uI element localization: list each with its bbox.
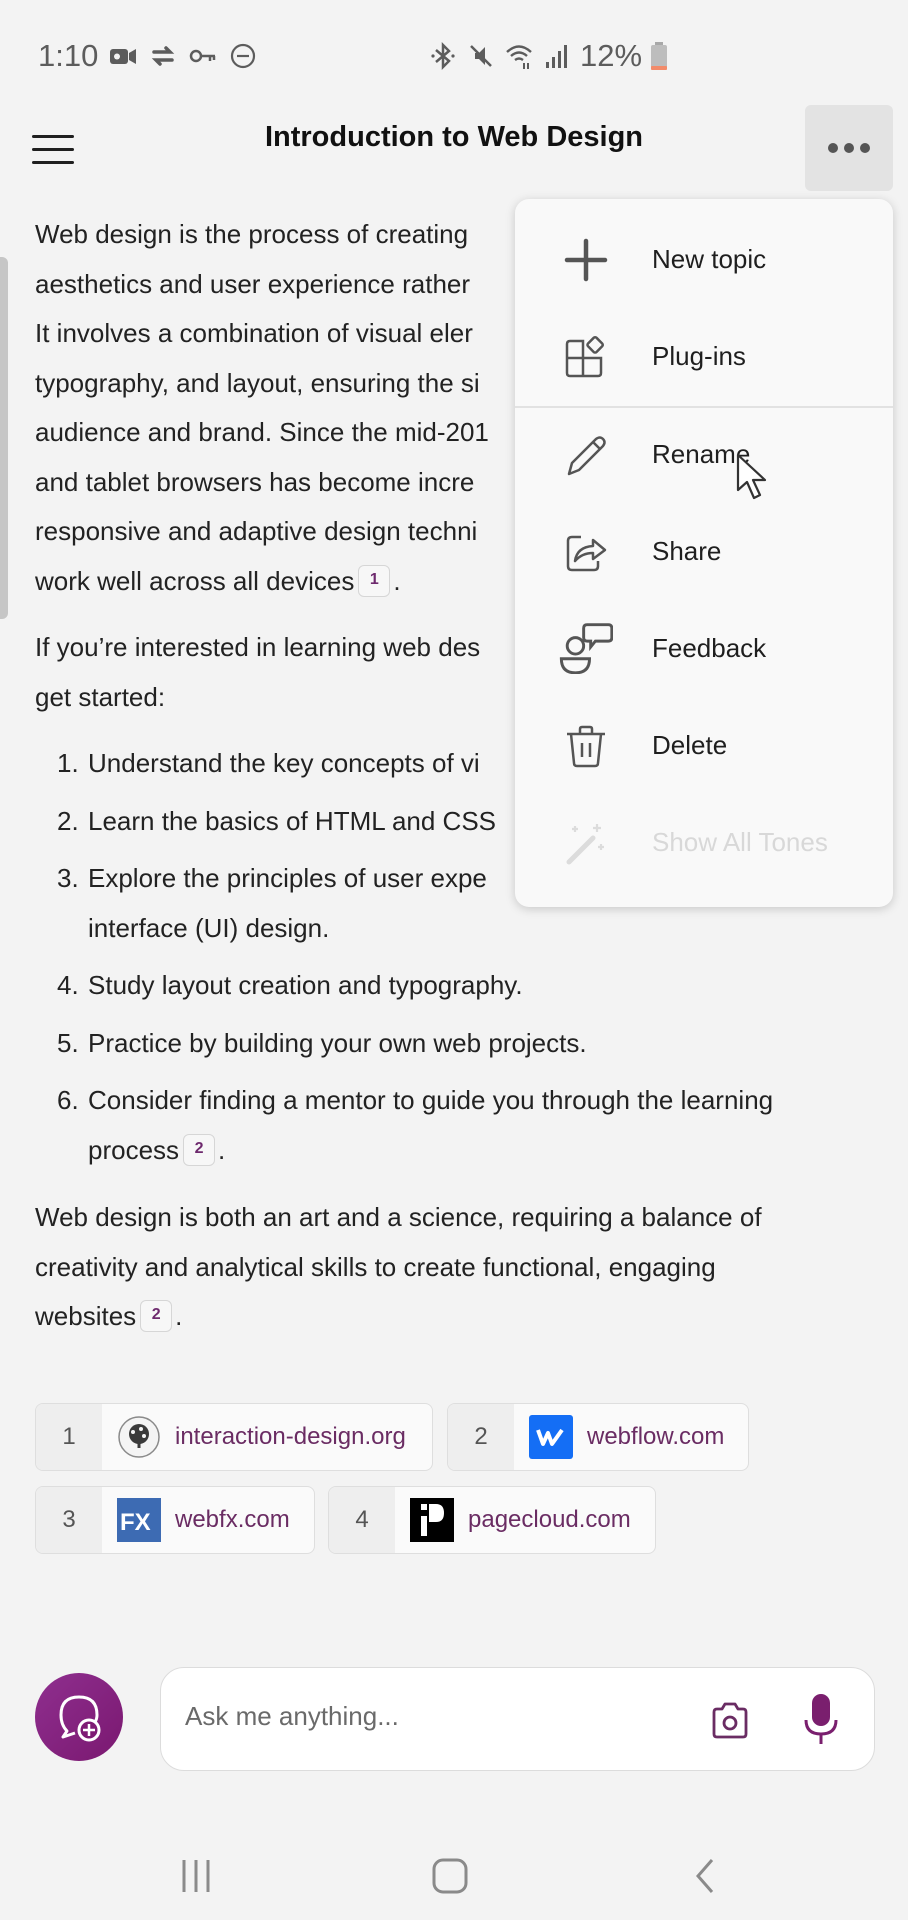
paragraph-conclusion: Web design is both an art and a science,…	[35, 1202, 762, 1333]
ask-input[interactable]	[185, 1696, 685, 1736]
home-button[interactable]	[420, 1848, 480, 1904]
wifi-icon	[506, 45, 532, 69]
citation-badge[interactable]: 2	[183, 1133, 216, 1166]
menu-item-show-all-tones: Show All Tones	[515, 802, 893, 882]
bluetooth-icon	[431, 41, 455, 71]
webfx-logo: FX	[117, 1498, 161, 1542]
menu-item-share[interactable]: Share	[515, 511, 893, 591]
pagecloud-logo	[410, 1498, 454, 1542]
signal-icon	[546, 45, 567, 68]
menu-item-plug-ins[interactable]: Plug-ins	[515, 316, 893, 396]
share-icon	[566, 535, 607, 572]
mute-icon	[470, 45, 492, 67]
source-chip-webfx[interactable]: 3 FX webfx.com	[35, 1486, 315, 1554]
system-navigation-bar	[0, 1840, 908, 1920]
status-left: 1:10	[38, 38, 258, 74]
key-icon	[190, 49, 216, 63]
plus-icon	[564, 238, 608, 282]
menu-item-feedback[interactable]: Feedback	[515, 608, 893, 688]
status-time: 1:10	[38, 38, 99, 73]
pencil-icon	[567, 436, 606, 476]
overflow-menu: New topic Plug-ins Rename Share Feedback…	[515, 199, 893, 907]
more-horizontal-icon	[828, 143, 838, 153]
citation-badge[interactable]: 2	[140, 1300, 173, 1333]
menu-item-rename[interactable]: Rename	[515, 414, 893, 494]
page-title: Introduction to Web Design	[264, 121, 644, 153]
video-camera-icon	[110, 49, 137, 64]
app-header: Introduction to Web Design	[0, 105, 908, 191]
citation-badge[interactable]: 1	[358, 564, 391, 597]
do-not-disturb-icon	[231, 43, 256, 69]
battery-icon	[651, 42, 668, 70]
source-chip-pagecloud[interactable]: 4 pagecloud.com	[328, 1486, 656, 1554]
more-options-button[interactable]	[805, 105, 893, 191]
status-right: 12%	[428, 38, 668, 74]
ask-input-container	[160, 1667, 875, 1771]
list-item: 5. Practice by building your own web proj…	[57, 1027, 587, 1058]
menu-item-new-topic[interactable]: New topic	[515, 219, 893, 299]
magic-wand-icon	[566, 824, 604, 865]
recent-apps-icon	[182, 1860, 210, 1892]
svg-text:FX: FX	[120, 1509, 151, 1536]
back-icon	[696, 1859, 714, 1893]
menu-divider	[515, 406, 893, 408]
new-chat-button[interactable]	[35, 1673, 123, 1761]
microphone-icon	[804, 1694, 838, 1744]
list-item: 6. Consider finding a mentor to guide you…	[57, 1085, 774, 1166]
scrollbar[interactable]	[0, 257, 8, 619]
camera-button[interactable]	[708, 1698, 752, 1742]
webflow-logo	[529, 1415, 573, 1459]
back-button[interactable]	[676, 1848, 736, 1904]
source-chip-webflow[interactable]: 2 webflow.com	[447, 1403, 749, 1471]
camera-icon	[712, 1702, 748, 1739]
battery-percent: 12%	[580, 38, 643, 73]
home-icon	[432, 1858, 468, 1894]
interaction-design-tree-logo	[117, 1415, 161, 1459]
recent-apps-button[interactable]	[166, 1848, 226, 1904]
status-bar: 1:10 12%	[0, 0, 908, 112]
source-chip-interaction-design[interactable]: 1 interaction-design.org	[35, 1403, 433, 1471]
microphone-button[interactable]	[799, 1692, 843, 1748]
feedback-icon	[559, 623, 613, 674]
chat-add-icon	[59, 1695, 101, 1742]
sync-icon	[152, 46, 175, 66]
menu-item-delete[interactable]: Delete	[515, 705, 893, 785]
trash-icon	[567, 725, 605, 768]
list-item: 4. Study layout creation and typography.	[57, 970, 523, 1000]
plugins-icon	[565, 335, 605, 378]
